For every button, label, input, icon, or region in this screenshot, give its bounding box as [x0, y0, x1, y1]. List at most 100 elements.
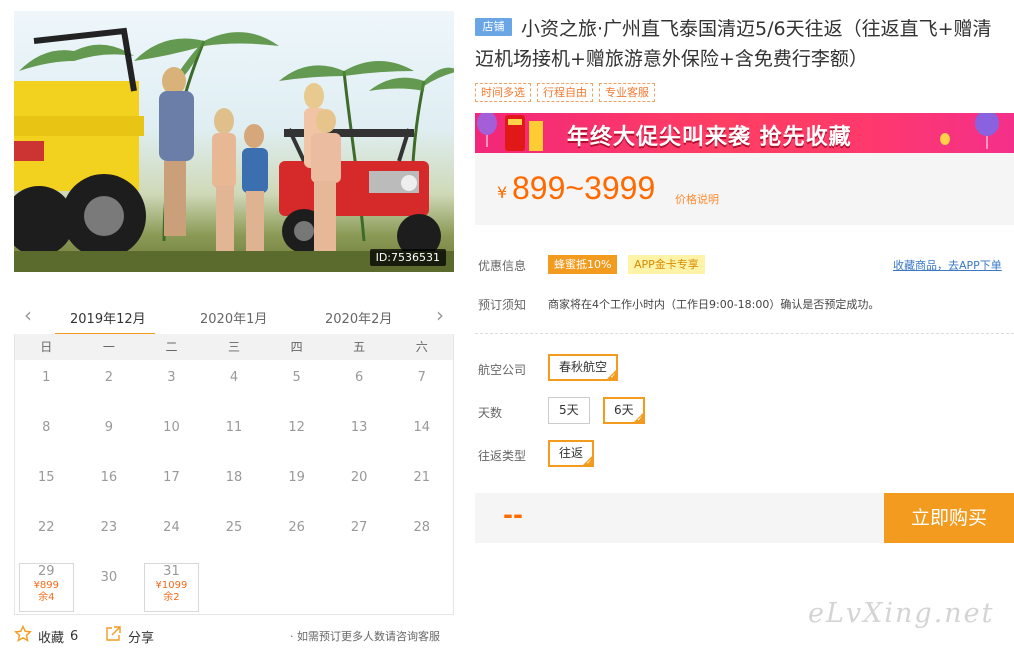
calendar-day-available[interactable]: 29 ¥899 余4	[15, 560, 78, 612]
calendar-day	[203, 560, 266, 610]
calendar-week-row: 29 ¥899 余4 30 31 ¥1099 余2	[15, 560, 453, 612]
tab-month-2[interactable]: 2020年1月	[200, 308, 267, 327]
weekday-label: 三	[228, 340, 241, 354]
product-title: 小资之旅·广州直飞泰国清迈5/6天往返（往返直飞+赠清迈机场接机+赠旅游意外保险…	[475, 18, 992, 70]
calendar-day: 10	[140, 410, 203, 460]
calendar-day: 4	[203, 360, 266, 410]
option-trip-roundtrip[interactable]: 往返 ✓	[548, 440, 595, 467]
airline-label: 航空公司	[478, 363, 527, 377]
weekday-label: 二	[165, 340, 178, 354]
feature-tag: 专业客服	[599, 83, 655, 102]
day-number: 1	[42, 370, 51, 385]
calendar-day: 12	[265, 410, 328, 460]
day-number: 4	[229, 370, 239, 385]
tab-month-1[interactable]: 2019年12月	[70, 308, 146, 327]
day-number: 19	[288, 470, 305, 485]
calendar-day: 18	[203, 460, 266, 510]
booking-label: 预订须知	[478, 298, 527, 312]
calendar-day: 17	[140, 460, 203, 510]
calendar-day: 6	[328, 360, 391, 410]
calendar-week-row: 22 23 24 25 26 27 28	[15, 510, 453, 560]
day-number: 13	[350, 420, 368, 435]
calendar-day: 24	[140, 510, 203, 560]
favorite-button[interactable]: 收藏 6	[13, 624, 78, 647]
calendar-day: 7	[390, 360, 453, 410]
day-number: 29	[38, 564, 55, 579]
day-number: 5	[292, 370, 301, 385]
banner-text: 年终大促尖叫来袭 抢先收藏	[567, 125, 852, 150]
calendar-day: 2	[78, 360, 141, 410]
calendar-day: 9	[78, 410, 141, 460]
option-airline-spring[interactable]: 春秋航空 ✓	[548, 354, 619, 381]
day-number: 28	[413, 520, 431, 535]
product-photo: ID:7536531	[14, 11, 454, 272]
calendar-day: 11	[203, 410, 266, 460]
trip-type-label: 往返类型	[478, 449, 527, 463]
day-number: 30	[100, 570, 118, 585]
star-icon	[13, 624, 33, 647]
promo-badge-honey: 蜂蜜抵10%	[548, 255, 618, 274]
calendar-day	[328, 560, 391, 610]
day-number: 24	[163, 520, 180, 535]
booking-note: 商家将在4个工作小时内（工作日9:00-18:00）确认是否预定成功。	[548, 298, 880, 311]
promo-label: 优惠信息	[478, 259, 527, 273]
day-number: 2	[104, 370, 113, 385]
day-number: 20	[350, 470, 368, 485]
calendar-day-available[interactable]: 31 ¥1099 余2	[140, 560, 203, 612]
option-days-6[interactable]: 6天 ✓	[603, 397, 645, 424]
option-label: 春秋航空	[559, 360, 608, 374]
calendar-day	[390, 560, 453, 610]
calendar-weekday-header: 日 一 二 三 四 五 六	[15, 334, 453, 360]
price-range: 899~3999	[512, 170, 656, 206]
day-price: ¥1099	[155, 580, 188, 591]
contact-notice: · 如需预订更多人数请咨询客服	[290, 630, 440, 643]
buy-now-button[interactable]: 立即购买	[884, 493, 1014, 543]
shop-badge[interactable]: 店铺	[475, 18, 512, 36]
calendar-day: 3	[140, 360, 203, 410]
day-number: 22	[38, 520, 55, 535]
share-label: 分享	[128, 630, 155, 646]
day-number: 14	[413, 420, 431, 435]
section-divider	[475, 333, 1014, 334]
day-number: 3	[167, 370, 176, 385]
feature-tag: 行程自由	[537, 83, 593, 102]
calendar-day: 27	[328, 510, 391, 560]
check-icon: ✓	[636, 415, 643, 423]
promo-banner[interactable]: 年终大促尖叫来袭 抢先收藏	[475, 113, 1014, 153]
calendar-month-nav: ‹ 2019年12月 2020年1月 2020年2月 ›	[14, 300, 454, 336]
day-number: 25	[225, 520, 243, 535]
chevron-left-icon[interactable]: ‹	[18, 305, 38, 326]
feature-tag: 时间多选	[475, 83, 531, 102]
app-order-link[interactable]: 收藏商品，去APP下单	[893, 257, 1002, 273]
calendar-day: 25	[203, 510, 266, 560]
option-label: 往返	[559, 446, 584, 460]
day-number: 11	[225, 420, 243, 435]
selected-price: --	[503, 501, 523, 529]
day-number: 12	[288, 420, 305, 435]
price-info-link[interactable]: 价格说明	[675, 191, 719, 207]
calendar-day: 14	[390, 410, 453, 460]
price-panel: ¥ 899~3999 价格说明	[475, 153, 1014, 225]
share-button[interactable]: 分享	[104, 625, 154, 647]
feature-tags: 时间多选 行程自由 专业客服	[475, 83, 655, 102]
weekday-label: 日	[40, 340, 53, 354]
calendar-day: 8	[15, 410, 78, 460]
option-days-5[interactable]: 5天	[548, 397, 590, 424]
chevron-right-icon[interactable]: ›	[430, 305, 450, 326]
day-number: 16	[100, 470, 118, 485]
calendar-day: 15	[15, 460, 78, 510]
calendar-day: 26	[265, 510, 328, 560]
weekday-label: 五	[353, 340, 366, 354]
calendar-body: 1 2 3 4 5 6 7 8 9 10 11 12 13 14 15 16 17 18 19 20 21 22 23 24 2…	[15, 360, 453, 612]
calendar-day	[265, 560, 328, 610]
calendar-day: 21	[390, 460, 453, 510]
day-number: 18	[225, 470, 243, 485]
beach-scene-illustration	[14, 27, 454, 272]
day-stock: 余4	[38, 592, 55, 603]
price-currency: ¥	[497, 183, 508, 202]
calendar-day: 19	[265, 460, 328, 510]
weekday-label: 一	[102, 340, 115, 354]
calendar-day: 23	[78, 510, 141, 560]
tab-month-3[interactable]: 2020年2月	[325, 308, 392, 327]
watermark: eLvXing.net	[808, 598, 995, 629]
